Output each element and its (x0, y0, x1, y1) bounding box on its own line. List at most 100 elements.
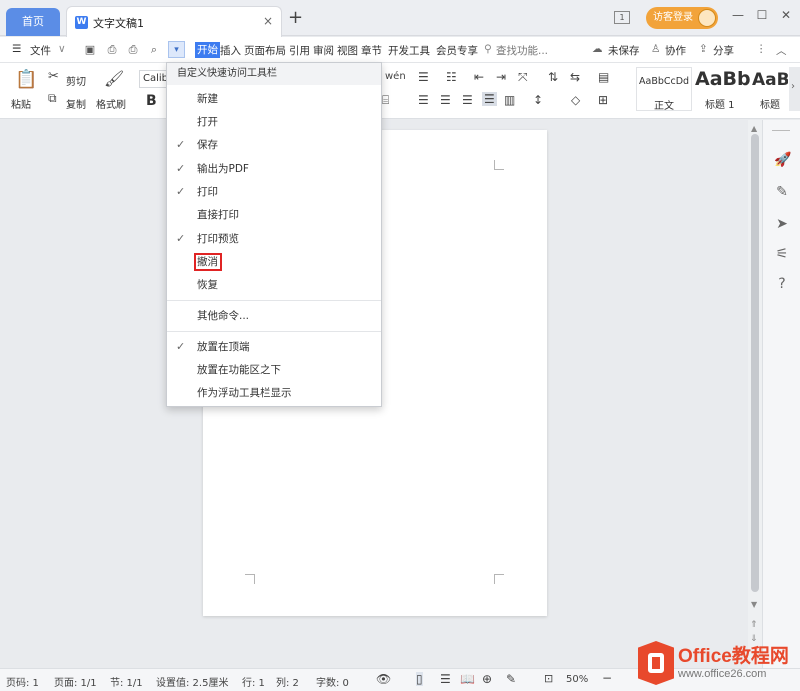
menu-item-other-commands[interactable]: 其他命令... (167, 305, 381, 327)
shading-icon[interactable]: ◇ (571, 93, 580, 107)
page-count[interactable]: 页面: 1/1 (54, 674, 97, 689)
pen-icon[interactable]: ✎ (774, 184, 790, 200)
zoom-level[interactable]: 50% (566, 674, 588, 685)
vertical-scrollbar[interactable]: ▲ ▼ ⇑ ⇓ (748, 120, 762, 668)
settings-sliders-icon[interactable]: ⚟ (774, 246, 790, 262)
unsaved-status[interactable]: 未保存 (608, 43, 640, 58)
menu-item-print[interactable]: ✓ 打印 (167, 181, 381, 203)
menu-item-print-preview[interactable]: ✓ 打印预览 (167, 228, 381, 250)
distributed-align-icon[interactable]: ▥ (504, 93, 515, 107)
style-heading1[interactable]: AaBb 标题 1 (693, 67, 751, 111)
show-marks-icon[interactable]: ⇆ (570, 70, 580, 84)
zoom-out-icon[interactable]: − (602, 671, 612, 685)
style-heading2[interactable]: AaB 标题 (750, 67, 788, 111)
section-count[interactable]: 节: 1/1 (110, 674, 143, 689)
scroll-thumb[interactable] (751, 134, 759, 592)
cursor-icon[interactable]: ➤ (774, 216, 790, 232)
more-icon[interactable]: ⋮ (756, 43, 767, 55)
eye-protection-icon[interactable]: 👁 (376, 672, 391, 686)
word-count[interactable]: 字数: 0 (316, 674, 349, 689)
chevron-down-icon[interactable]: ∨ (58, 43, 66, 55)
phonetic-icon[interactable]: wén (385, 71, 406, 82)
menu-item-direct-print[interactable]: 直接打印 (167, 204, 381, 226)
writing-mode-icon[interactable]: ✎ (506, 672, 516, 686)
maximize-button[interactable]: ☐ (752, 8, 772, 22)
align-center-icon[interactable]: ☰ (440, 93, 451, 107)
chinese-layout-icon[interactable]: ⤧ (518, 70, 528, 85)
numbered-list-icon[interactable]: ☷ (446, 70, 457, 84)
menu-item-floating-toolbar[interactable]: 作为浮动工具栏显示 (167, 382, 381, 404)
font-name-select[interactable]: Calib (139, 70, 168, 88)
menu-view[interactable]: 视图 (337, 43, 358, 58)
menu-item-new[interactable]: 新建 (167, 88, 381, 110)
column-number[interactable]: 列: 2 (276, 674, 299, 689)
menu-item-place-top[interactable]: ✓ 放置在顶端 (167, 336, 381, 358)
page-view-icon[interactable]: ▯ (416, 672, 423, 686)
align-left-icon[interactable]: ☰ (418, 93, 429, 107)
new-tab-button[interactable]: + (288, 8, 303, 28)
home-tab[interactable]: 首页 (6, 8, 60, 36)
print-preview-icon[interactable]: ⌕ (146, 42, 162, 58)
file-menu[interactable]: 文件 (30, 43, 51, 58)
web-view-icon[interactable]: ⊕ (482, 672, 492, 686)
row-number[interactable]: 行: 1 (242, 674, 265, 689)
reading-view-icon[interactable]: 📖 (460, 672, 475, 686)
justify-icon[interactable]: ☰ (482, 92, 497, 106)
align-right-icon[interactable]: ☰ (462, 93, 473, 107)
borders-icon[interactable]: ⊞ (598, 93, 608, 107)
setting-value[interactable]: 设置值: 2.5厘米 (156, 674, 228, 689)
paste-icon[interactable]: 📋 (15, 69, 37, 90)
share-button[interactable]: 分享 (713, 43, 734, 58)
menu-item-undo[interactable]: 撤消 (167, 251, 381, 273)
close-window-button[interactable]: ✕ (776, 8, 796, 22)
line-spacing-icon[interactable]: ↕ (533, 93, 543, 107)
char-border-icon[interactable]: ⌸ (382, 93, 389, 108)
save-icon[interactable]: ▣ (82, 42, 98, 58)
menu-review[interactable]: 审阅 (313, 43, 334, 58)
menu-item-redo[interactable]: 恢复 (167, 274, 381, 296)
menu-item-open[interactable]: 打开 (167, 111, 381, 133)
collapse-ribbon-icon[interactable]: ︿ (776, 43, 787, 58)
style-normal[interactable]: AaBbCcDd 正文 (636, 67, 692, 112)
fit-page-icon[interactable]: ⊡ (544, 672, 553, 685)
scroll-down-icon[interactable]: ▼ (751, 600, 757, 609)
menu-references[interactable]: 引用 (289, 43, 310, 58)
sort-icon[interactable]: ⇅ (548, 70, 558, 84)
menu-chapter[interactable]: 章节 (361, 43, 382, 58)
page-number[interactable]: 页码: 1 (6, 674, 39, 689)
rocket-icon[interactable]: 🚀 (774, 152, 791, 168)
hamburger-icon[interactable]: ☰ (12, 43, 21, 55)
menu-member[interactable]: 会员专享 (436, 43, 478, 58)
styles-scroll-button[interactable]: › (789, 67, 800, 111)
collaborate-button[interactable]: 协作 (665, 43, 686, 58)
menu-home[interactable]: 开始 (195, 42, 220, 58)
menu-item-place-below-ribbon[interactable]: 放置在功能区之下 (167, 359, 381, 381)
copy-button[interactable]: 复制 (66, 96, 86, 111)
menu-item-export-pdf[interactable]: ✓ 输出为PDF (167, 158, 381, 180)
menu-item-save[interactable]: ✓ 保存 (167, 134, 381, 156)
increase-indent-icon[interactable]: ⇥ (496, 70, 506, 84)
guest-login-button[interactable]: 访客登录 (646, 7, 718, 29)
format-painter-button[interactable]: 格式刷 (96, 96, 126, 111)
menu-insert[interactable]: 插入 (220, 43, 241, 58)
outline-view-icon[interactable]: ☰ (440, 672, 451, 686)
scroll-up-icon[interactable]: ▲ (751, 124, 757, 133)
menu-page-layout[interactable]: 页面布局 (244, 43, 286, 58)
prev-page-icon[interactable]: ⇑ (750, 620, 758, 630)
bullet-list-icon[interactable]: ☰ (418, 70, 429, 84)
bold-button[interactable]: B (146, 93, 157, 109)
pdf-export-icon[interactable]: ⎙ (104, 42, 120, 58)
minimize-button[interactable]: — (728, 8, 748, 22)
function-search-input[interactable]: 查找功能... (496, 43, 548, 58)
document-tab[interactable]: W 文字文稿1 × (66, 6, 282, 37)
quick-access-dropdown-button[interactable]: ▾ (168, 41, 185, 58)
paste-button[interactable]: 粘贴 (11, 96, 31, 111)
close-tab-icon[interactable]: × (263, 14, 273, 28)
decrease-indent-icon[interactable]: ⇤ (474, 70, 484, 84)
help-icon[interactable]: ? (774, 276, 790, 292)
menu-developer[interactable]: 开发工具 (388, 43, 430, 58)
table-tools-icon[interactable]: ▤ (598, 70, 609, 84)
window-count-badge[interactable]: 1 (614, 11, 630, 24)
cut-button[interactable]: 剪切 (66, 73, 86, 88)
print-icon[interactable]: ⎙ (125, 42, 141, 58)
